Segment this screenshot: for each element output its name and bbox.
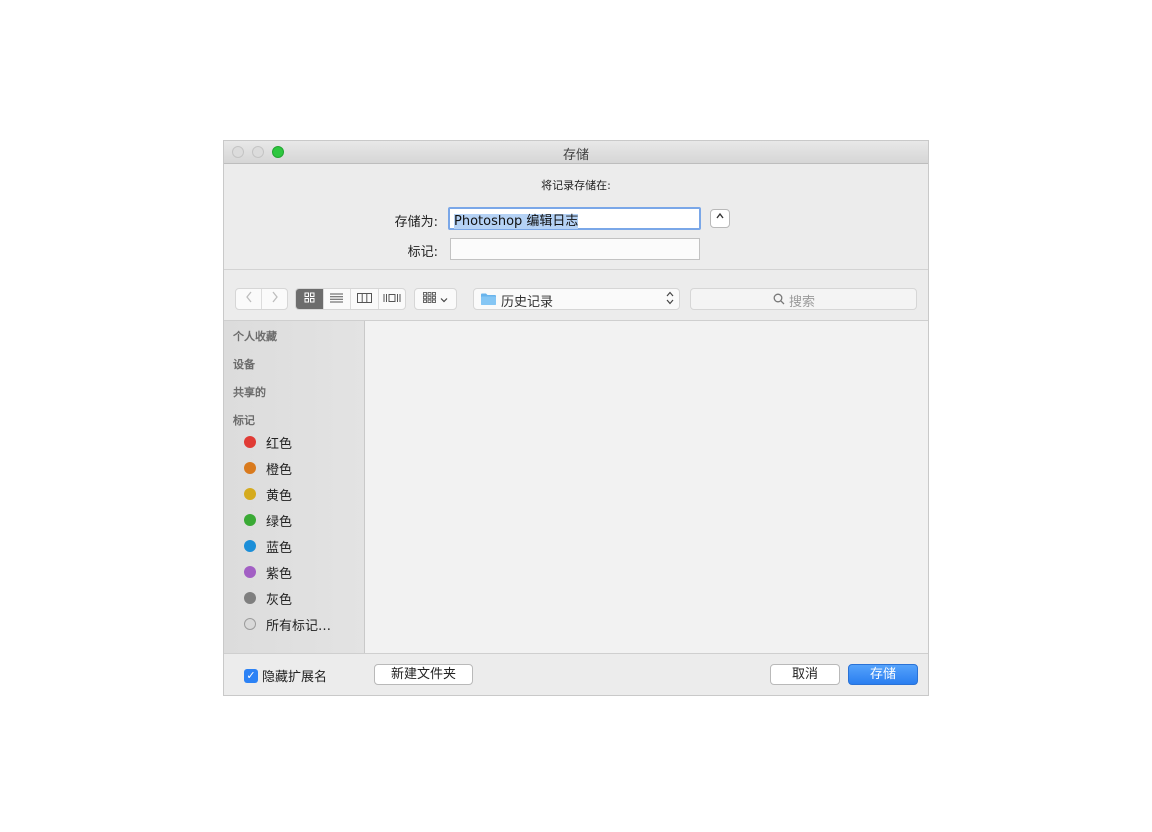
purple-tag-dot-icon [244,566,256,578]
file-browser-area[interactable] [365,321,928,653]
sidebar-tag-all-tags[interactable]: 所有标记… [244,614,331,634]
chevron-left-icon [245,291,253,307]
hide-extension-label: 隐藏扩展名 [262,670,328,685]
group-by-button[interactable] [414,288,457,310]
new-folder-button[interactable]: 新建文件夹 [374,664,473,685]
tag-label: 所有标记… [266,618,332,634]
sidebar-section-devices[interactable]: 设备 [233,356,255,372]
search-icon [773,293,785,309]
icon-view-icon [304,292,315,307]
title-bar: 存储 [224,141,928,164]
sidebar: 个人收藏 设备 共享的 标记 红色 橙色 黄色 绿色 蓝色 紫色 灰色 所有标记… [224,321,365,653]
search-placeholder: 搜索 [789,295,816,310]
cover-flow-icon [383,292,401,307]
gray-tag-dot-icon [244,592,256,604]
sidebar-section-shared[interactable]: 共享的 [233,384,266,400]
tag-label: 黄色 [266,488,293,504]
all-tags-dot-icon [244,618,256,630]
list-view-button[interactable] [322,289,351,309]
tag-label: 灰色 [266,592,293,608]
column-view-button[interactable] [350,289,378,309]
sidebar-tag-blue[interactable]: 蓝色 [244,536,292,556]
checkmark-icon: ✓ [244,668,258,683]
save-button[interactable]: 存储 [848,664,918,685]
yellow-tag-dot-icon [244,488,256,500]
chevron-right-icon [271,291,279,307]
save-as-input[interactable]: Photoshop 编辑日志 [448,207,701,230]
group-by-control [415,289,456,309]
location-label: 历史记录 [501,295,554,310]
save-as-value: Photoshop 编辑日志 [454,214,579,229]
divider [224,269,928,270]
bottom-bar: ✓ 隐藏扩展名 新建文件夹 取消 存储 [224,654,928,695]
sidebar-tag-yellow[interactable]: 黄色 [244,484,292,504]
window-title: 存储 [562,148,589,163]
cancel-button[interactable]: 取消 [770,664,840,685]
sidebar-tag-gray[interactable]: 灰色 [244,588,292,608]
cover-flow-view-button[interactable] [377,289,406,309]
blue-tag-dot-icon [244,540,256,552]
orange-tag-dot-icon [244,462,256,474]
green-tag-dot-icon [244,514,256,526]
tag-label: 蓝色 [266,540,293,556]
sidebar-tag-orange[interactable]: 橙色 [244,458,292,478]
tag-label: 红色 [266,436,293,452]
tag-label: 紫色 [266,566,293,582]
list-view-icon [330,292,344,307]
tag-label: 绿色 [266,514,293,530]
red-tag-dot-icon [244,436,256,448]
group-by-icon [423,291,436,307]
chevron-down-icon [440,292,448,307]
folder-icon [481,293,496,305]
tags-input[interactable] [450,238,700,260]
sidebar-tag-green[interactable]: 绿色 [244,510,292,530]
icon-view-button[interactable] [296,289,323,309]
location-popup[interactable]: 历史记录 [473,288,680,310]
save-as-label: 存储为: [394,215,438,230]
view-switcher [295,288,406,310]
sidebar-tag-purple[interactable]: 紫色 [244,562,292,582]
search-field[interactable]: 搜索 [690,288,917,310]
sidebar-section-favorites[interactable]: 个人收藏 [233,328,277,344]
up-down-chevron-icon [666,290,674,308]
sidebar-tag-red[interactable]: 红色 [244,432,292,452]
sidebar-section-tags[interactable]: 标记 [233,412,255,428]
save-dialog: 存储 将记录存储在: 存储为: Photoshop 编辑日志 标记: 历史记录 … [224,141,928,695]
tag-label: 橙色 [266,462,293,478]
column-view-icon [356,292,372,307]
forward-button[interactable] [261,289,287,309]
expand-dialog-button[interactable] [710,209,730,228]
nav-buttons [235,288,288,310]
hide-extension-checkbox[interactable]: ✓ 隐藏扩展名 [244,666,327,685]
back-button[interactable] [236,289,261,309]
save-prompt: 将记录存储在: [541,179,611,192]
chevron-up-icon [715,212,725,223]
tags-label: 标记: [407,245,438,260]
